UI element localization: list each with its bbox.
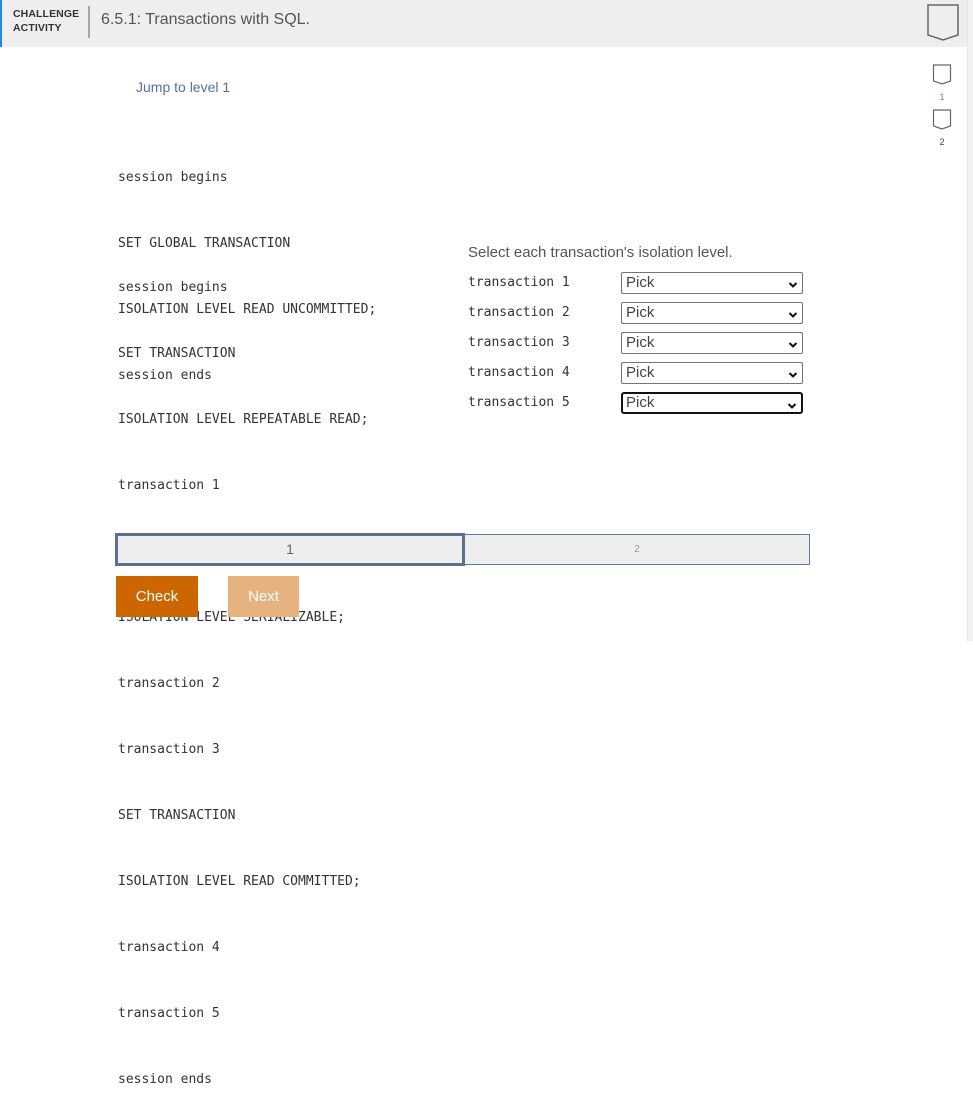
question-instructions: Select each transaction's isolation leve… [468, 244, 733, 261]
level-marker-label: 1 [939, 92, 945, 102]
isolation-level-select-4[interactable]: Pick [621, 362, 803, 384]
code-line: transaction 5 [118, 1006, 220, 1021]
header-accent-bar [0, 0, 2, 47]
code-line: transaction 4 [118, 940, 220, 955]
progress-segment-label: 1 [286, 541, 294, 557]
select-value: Pick [626, 304, 655, 321]
code-line: session begins [118, 170, 228, 185]
code-line: ISOLATION LEVEL READ COMMITTED; [118, 874, 361, 889]
code-line: SET TRANSACTION [118, 346, 236, 361]
bookmark-badge-icon [932, 109, 952, 130]
select-value: Pick [626, 394, 655, 411]
code-line: transaction 1 [118, 478, 220, 493]
isolation-level-select-3[interactable]: Pick [621, 332, 803, 354]
completion-bookmark-icon [926, 4, 960, 47]
check-button[interactable]: Check [116, 576, 198, 617]
select-value: Pick [626, 364, 655, 381]
code-line: transaction 2 [118, 676, 220, 691]
transaction-label: transaction 1 [468, 275, 570, 290]
activity-title: 6.5.1: Transactions with SQL. [101, 11, 310, 28]
activity-type-label: CHALLENGE ACTIVITY [13, 7, 79, 35]
transaction-label: transaction 4 [468, 365, 570, 380]
progress-segment-2[interactable]: 2 [465, 534, 810, 565]
select-value: Pick [626, 334, 655, 351]
chevron-down-icon [787, 398, 797, 416]
code-line: SET TRANSACTION [118, 808, 236, 823]
next-button[interactable]: Next [228, 576, 299, 617]
chevron-down-icon [788, 307, 798, 325]
code-line: session ends [118, 1072, 212, 1087]
code-line: transaction 3 [118, 742, 220, 757]
chevron-down-icon [788, 367, 798, 385]
scrollbar-track[interactable] [967, 0, 973, 641]
header-divider [88, 6, 90, 38]
code-line: ISOLATION LEVEL REPEATABLE READ; [118, 412, 369, 427]
progress-segment-label: 2 [634, 544, 640, 555]
code-block-session: session begins SET TRANSACTION ISOLATION… [118, 233, 368, 1113]
activity-type-line-2: ACTIVITY [13, 22, 62, 34]
isolation-level-select-1[interactable]: Pick [621, 272, 803, 294]
chevron-down-icon [788, 277, 798, 295]
isolation-level-select-5[interactable]: Pick [621, 392, 803, 414]
isolation-level-select-2[interactable]: Pick [621, 302, 803, 324]
level-marker-label: 2 [939, 137, 945, 147]
transaction-label: transaction 5 [468, 395, 570, 410]
bookmark-badge-icon [932, 64, 952, 85]
transaction-label: transaction 3 [468, 335, 570, 350]
code-line: session begins [118, 280, 228, 295]
level-marker-2[interactable]: 2 [932, 109, 952, 147]
transaction-label: transaction 2 [468, 305, 570, 320]
chevron-down-icon [788, 337, 798, 355]
jump-to-level-link[interactable]: Jump to level 1 [136, 79, 230, 95]
level-progress-bar: 1 2 [115, 533, 810, 566]
progress-segment-1[interactable]: 1 [115, 533, 465, 566]
level-marker-1[interactable]: 1 [932, 64, 952, 102]
select-value: Pick [626, 274, 655, 291]
activity-type-line-1: CHALLENGE [13, 8, 80, 20]
activity-header: CHALLENGE ACTIVITY 6.5.1: Transactions w… [0, 0, 967, 47]
